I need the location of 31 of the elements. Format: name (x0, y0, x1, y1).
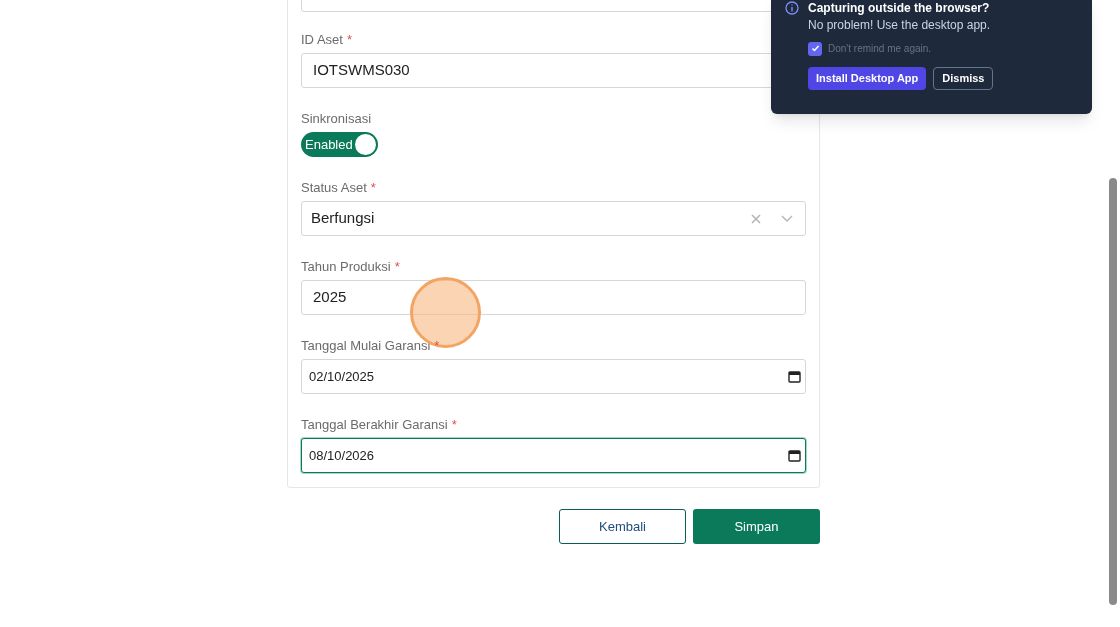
dismiss-button[interactable]: Dismiss (933, 67, 994, 90)
check-icon (810, 44, 820, 53)
calendar-icon[interactable] (788, 449, 801, 462)
date-value: 02/10/2025 (309, 367, 375, 386)
back-button[interactable]: Kembali (559, 509, 686, 544)
install-button[interactable]: Install Desktop App (808, 67, 927, 90)
required-mark: * (394, 258, 400, 277)
required-mark: * (434, 337, 440, 356)
field-label: Tanggal Mulai Garansi (301, 337, 431, 356)
date-value: 08/10/2026 (309, 446, 375, 465)
checkbox-label: Don't remind me again. (828, 42, 932, 56)
required-mark: * (370, 179, 376, 198)
scrollbar-thumb[interactable] (1109, 178, 1117, 605)
field-label: ID Aset (301, 31, 343, 50)
field-label: Tahun Produksi (301, 258, 391, 277)
field-label: Tanggal Berakhir Garansi (301, 416, 448, 435)
notice-message: No problem! Use the desktop app. (808, 17, 992, 33)
calendar-icon[interactable] (788, 370, 801, 383)
info-icon (785, 1, 799, 15)
toggle-switch[interactable]: Enabled (301, 132, 378, 157)
select-value: Berfungsi (311, 208, 376, 229)
date-field[interactable]: 08/10/2026 (301, 438, 806, 473)
required-mark: * (346, 31, 352, 50)
required-mark: * (451, 416, 457, 435)
notice-title: Capturing outside the browser? (808, 0, 991, 16)
checkbox[interactable] (808, 41, 822, 56)
save-button[interactable]: Simpan (693, 509, 820, 544)
field-label: Status Aset (301, 179, 367, 198)
field-label: Sinkronisasi (301, 110, 372, 129)
date-field[interactable]: 02/10/2025 (301, 359, 806, 394)
text-field[interactable]: 2025 (301, 280, 806, 315)
